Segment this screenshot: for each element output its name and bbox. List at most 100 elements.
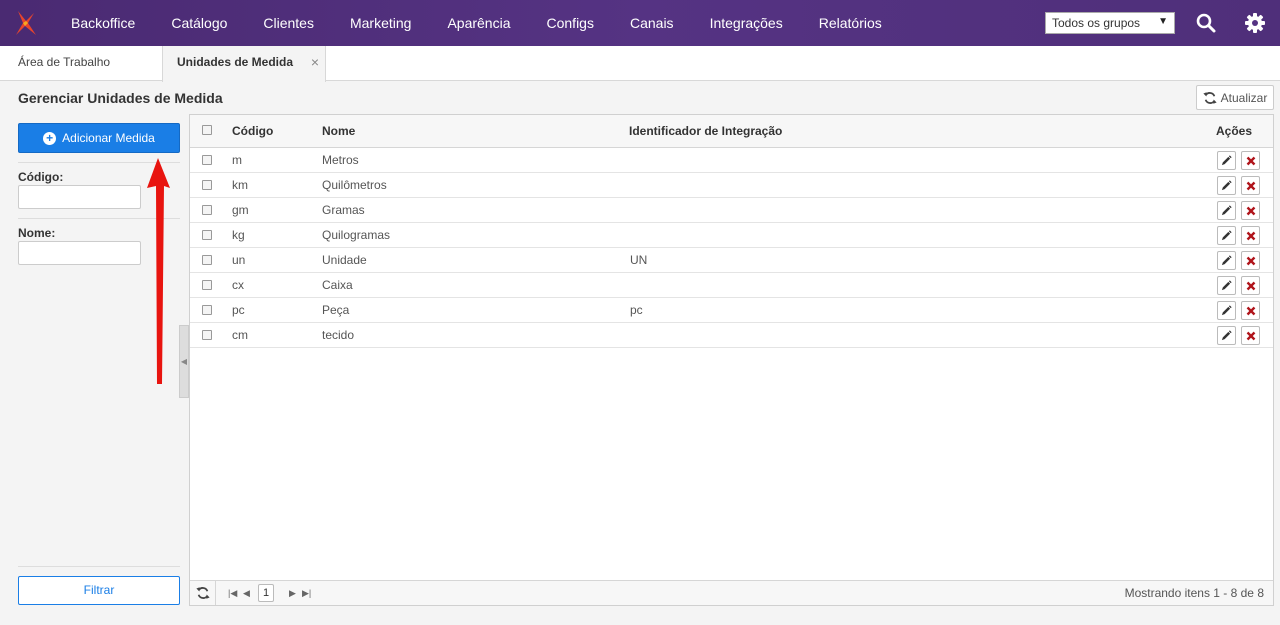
cell-name: Unidade: [322, 253, 367, 267]
refresh-icon: [1203, 91, 1217, 104]
pencil-icon: [1221, 230, 1232, 241]
table-row[interactable]: un Unidade UN: [190, 248, 1273, 273]
tab-unidades-de-medida[interactable]: Unidades de Medida ×: [162, 46, 326, 82]
header-integration[interactable]: Identificador de Integração: [629, 115, 782, 148]
edit-button[interactable]: [1217, 276, 1236, 295]
cell-name: Gramas: [322, 203, 365, 217]
cell-code: m: [232, 153, 242, 167]
code-filter-input[interactable]: [18, 185, 141, 209]
delete-x-icon: [1246, 231, 1255, 240]
edit-button[interactable]: [1217, 326, 1236, 345]
table-row[interactable]: kg Quilogramas: [190, 223, 1273, 248]
cell-code: un: [232, 253, 246, 267]
nav-item-marketing[interactable]: Marketing: [332, 0, 429, 46]
search-icon[interactable]: [1194, 11, 1218, 35]
delete-x-icon: [1246, 181, 1255, 190]
nav-item-relatorios[interactable]: Relatórios: [801, 0, 900, 46]
prev-page-icon[interactable]: ◀: [243, 581, 250, 605]
nav-item-backoffice[interactable]: Backoffice: [52, 0, 153, 46]
logo-icon[interactable]: [0, 0, 52, 46]
table-row[interactable]: km Quilômetros: [190, 173, 1273, 198]
table-row[interactable]: cx Caixa: [190, 273, 1273, 298]
grid-refresh-button[interactable]: [190, 581, 216, 605]
cell-name: Quilômetros: [322, 178, 387, 192]
table-row[interactable]: m Metros: [190, 148, 1273, 173]
pencil-icon: [1221, 255, 1232, 266]
close-icon[interactable]: ×: [311, 46, 319, 79]
delete-button[interactable]: [1241, 176, 1260, 195]
refresh-label: Atualizar: [1220, 90, 1268, 105]
last-page-icon[interactable]: ▶|: [302, 581, 311, 605]
edit-button[interactable]: [1217, 176, 1236, 195]
delete-button[interactable]: [1241, 326, 1260, 345]
cell-name: Quilogramas: [322, 228, 391, 242]
delete-button[interactable]: [1241, 301, 1260, 320]
nav-item-aparencia[interactable]: Aparência: [429, 0, 528, 46]
delete-button[interactable]: [1241, 201, 1260, 220]
add-measure-button[interactable]: + Adicionar Medida: [18, 123, 180, 153]
table-row[interactable]: gm Gramas: [190, 198, 1273, 223]
cell-name: Caixa: [322, 278, 353, 292]
pencil-icon: [1221, 280, 1232, 291]
nav-item-configs[interactable]: Configs: [529, 0, 612, 46]
cell-code: cm: [232, 328, 248, 342]
row-checkbox[interactable]: [202, 205, 212, 215]
edit-button[interactable]: [1217, 226, 1236, 245]
nav-item-clientes[interactable]: Clientes: [245, 0, 332, 46]
top-navbar: Backoffice Catálogo Clientes Marketing A…: [0, 0, 1280, 46]
delete-button[interactable]: [1241, 226, 1260, 245]
plus-circle-icon: +: [43, 131, 57, 145]
delete-button[interactable]: [1241, 276, 1260, 295]
delete-button[interactable]: [1241, 251, 1260, 270]
delete-x-icon: [1246, 281, 1255, 290]
pencil-icon: [1221, 305, 1232, 316]
header-actions: Ações: [1216, 124, 1253, 138]
delete-x-icon: [1246, 306, 1255, 315]
select-all-checkbox[interactable]: [202, 125, 212, 135]
tab-area-de-trabalho[interactable]: Área de Trabalho: [0, 46, 162, 81]
cell-code: kg: [232, 228, 245, 242]
next-page-icon[interactable]: ▶: [289, 581, 296, 605]
cell-integration: UN: [630, 253, 648, 267]
nav-item-integracoes[interactable]: Integrações: [692, 0, 801, 46]
gear-icon[interactable]: [1243, 11, 1267, 35]
edit-button[interactable]: [1217, 251, 1236, 270]
nav-item-catalogo[interactable]: Catálogo: [153, 0, 245, 46]
pager-summary: Mostrando itens 1 - 8 de 8: [1124, 586, 1264, 600]
collapse-sidebar-handle[interactable]: ◀: [179, 325, 189, 398]
current-page[interactable]: 1: [258, 584, 274, 602]
row-checkbox[interactable]: [202, 305, 212, 315]
delete-x-icon: [1246, 331, 1255, 340]
nav-item-canais[interactable]: Canais: [612, 0, 692, 46]
row-checkbox[interactable]: [202, 330, 212, 340]
delete-button[interactable]: [1241, 151, 1260, 170]
pencil-icon: [1221, 330, 1232, 341]
table-row[interactable]: pc Peça pc: [190, 298, 1273, 323]
row-checkbox[interactable]: [202, 155, 212, 165]
table-row[interactable]: cm tecido: [190, 323, 1273, 348]
edit-button[interactable]: [1217, 301, 1236, 320]
filter-button[interactable]: Filtrar: [18, 576, 180, 605]
edit-button[interactable]: [1217, 201, 1236, 220]
refresh-button[interactable]: Atualizar: [1196, 85, 1274, 110]
first-page-icon[interactable]: |◀: [228, 581, 237, 605]
row-checkbox[interactable]: [202, 255, 212, 265]
name-filter-input[interactable]: [18, 241, 141, 265]
tab-label: Área de Trabalho: [18, 55, 111, 69]
group-select[interactable]: Todos os grupos ▼: [1045, 12, 1175, 34]
delete-x-icon: [1246, 206, 1255, 215]
row-checkbox[interactable]: [202, 230, 212, 240]
units-grid: Código Nome Identificador de Integração …: [189, 114, 1274, 606]
edit-button[interactable]: [1217, 151, 1236, 170]
header-name[interactable]: Nome: [322, 115, 355, 148]
tab-label: Unidades de Medida: [177, 55, 294, 69]
main-menu: Backoffice Catálogo Clientes Marketing A…: [52, 0, 900, 46]
group-select-value: Todos os grupos: [1052, 16, 1141, 30]
refresh-icon: [195, 587, 210, 599]
dropdown-caret-icon: ▼: [1158, 16, 1168, 27]
row-checkbox[interactable]: [202, 180, 212, 190]
grid-header: Código Nome Identificador de Integração …: [190, 115, 1273, 148]
header-code[interactable]: Código: [232, 115, 273, 148]
row-checkbox[interactable]: [202, 280, 212, 290]
cell-name: Metros: [322, 153, 359, 167]
